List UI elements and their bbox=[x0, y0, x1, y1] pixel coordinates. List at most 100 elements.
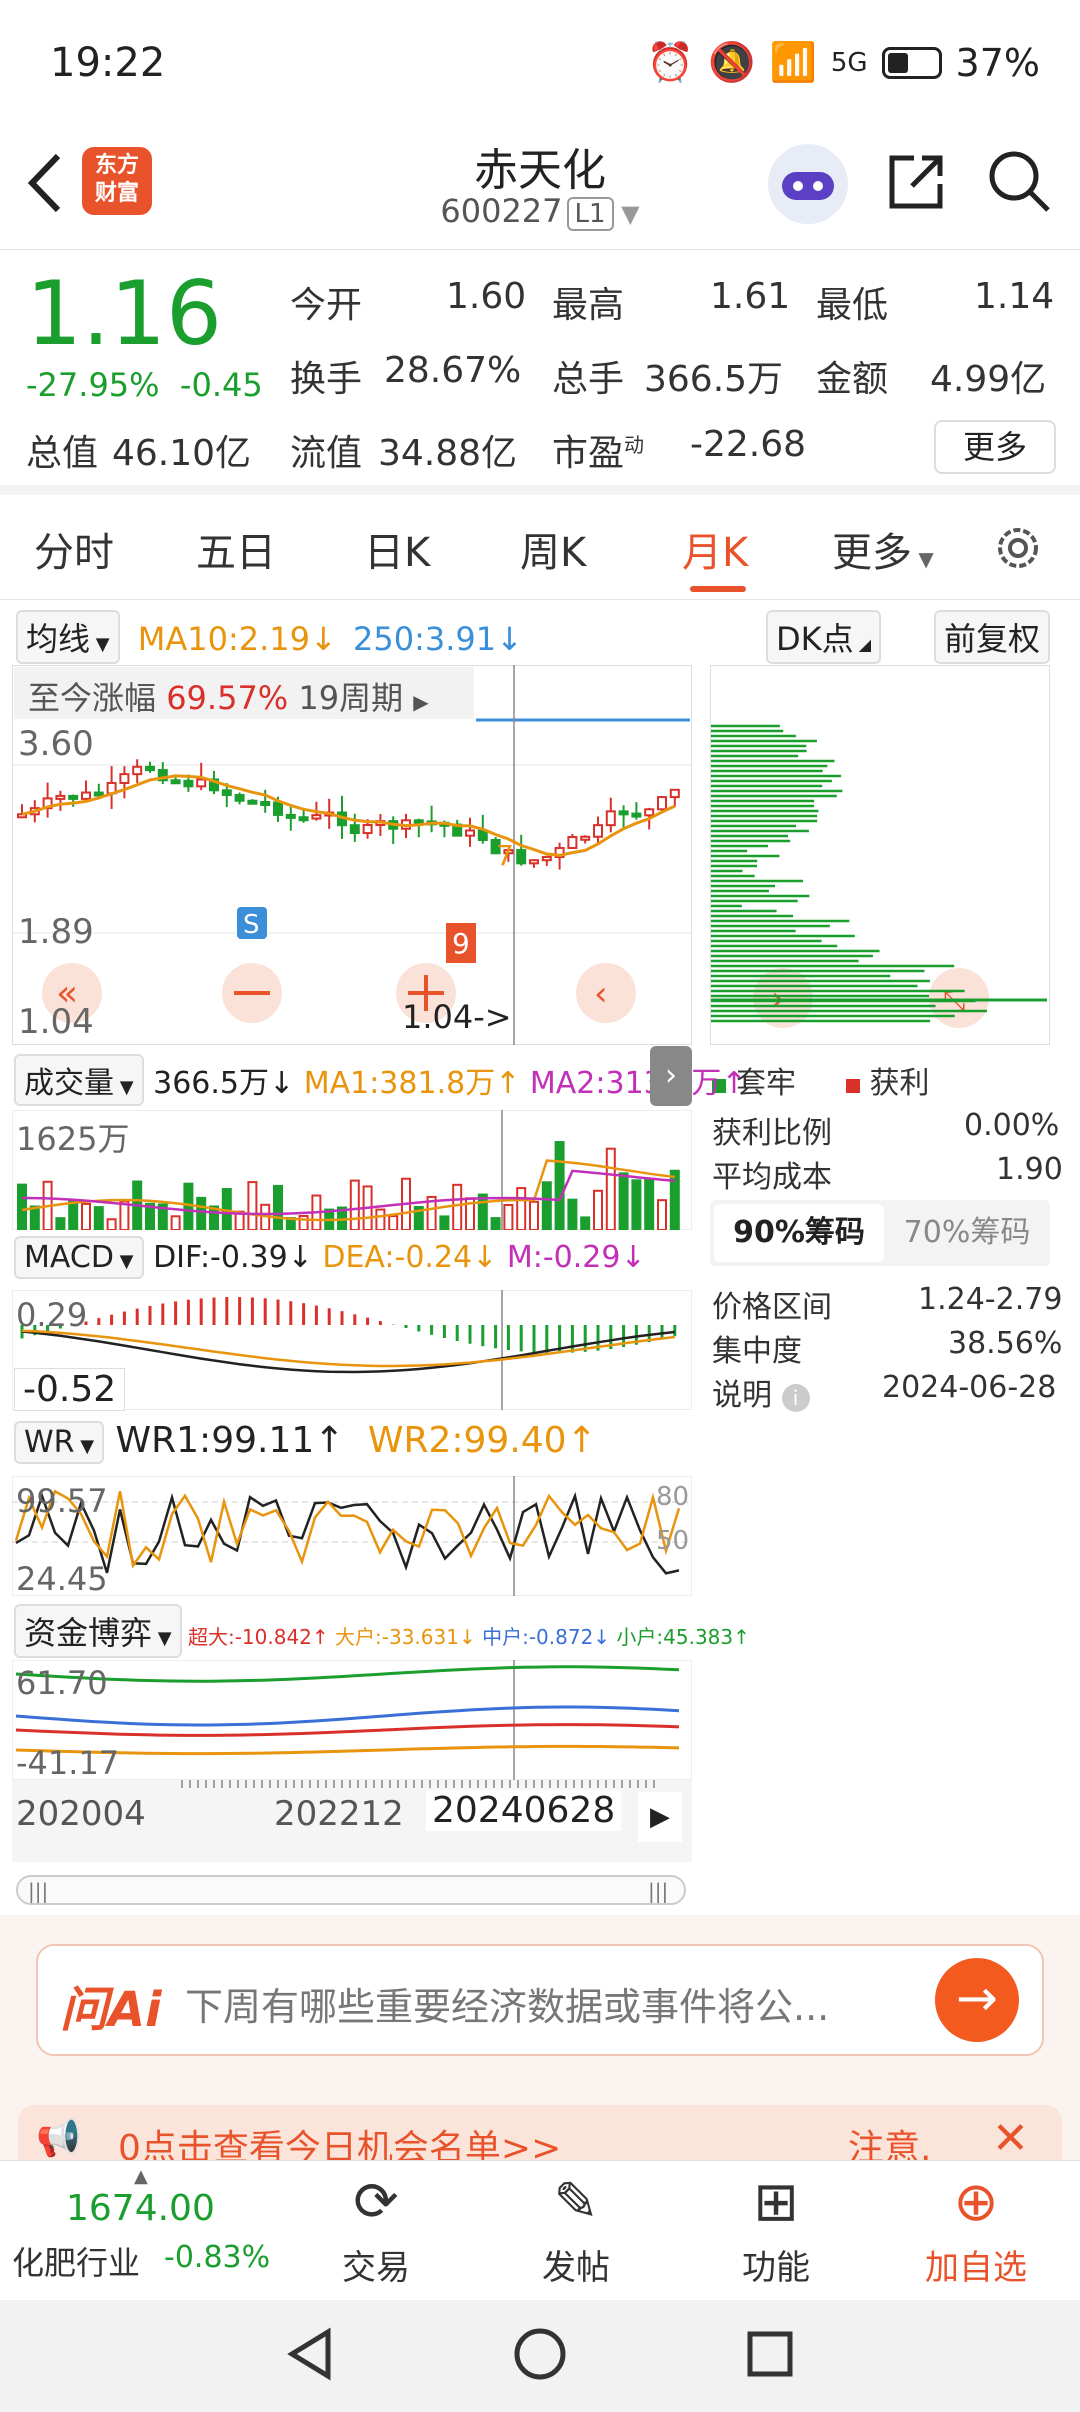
stock-code-text: 600227 bbox=[440, 192, 563, 230]
adjust-button[interactable]: 前复权 bbox=[934, 610, 1051, 664]
nav-back-button[interactable] bbox=[282, 2324, 342, 2388]
dk-label: DK点 bbox=[776, 620, 854, 658]
volume-ma1: MA1:381.8万↑ bbox=[303, 1066, 521, 1101]
fund-mid: 中户:-0.872↓ bbox=[482, 1625, 611, 1649]
chevron-right-icon: › bbox=[665, 1058, 677, 1093]
macd-header: MACD ▼ DIF:-0.39↓ DEA:-0.24↓ M:-0.29↓ bbox=[14, 1236, 646, 1279]
ai-question-input[interactable]: 下周有哪些重要经济数据或事件将公... bbox=[185, 1976, 829, 2031]
x-next-button[interactable]: ▶ bbox=[638, 1792, 682, 1842]
fund-caret-icon: ▼ bbox=[152, 1628, 172, 1649]
ma10-value: MA10:2.19↓ bbox=[137, 620, 337, 658]
low-price-marker: 1.04-> bbox=[402, 998, 512, 1036]
post-label: 发帖 bbox=[542, 2248, 610, 2288]
macd-dea: DEA:-0.24↓ bbox=[322, 1240, 498, 1275]
macd-y-top: 0.29 bbox=[16, 1296, 88, 1334]
robot-avatar-icon[interactable] bbox=[768, 144, 848, 224]
ma-selector[interactable]: 均线 ▼ bbox=[16, 610, 120, 664]
status-icons: ⏰ 🔕 📶 5G 37% bbox=[647, 40, 1040, 85]
fund-selector[interactable]: 资金博弈 ▼ bbox=[14, 1604, 182, 1658]
quote-more-button[interactable]: 更多 bbox=[934, 420, 1056, 474]
seven-signal-text: 7 bbox=[496, 839, 514, 872]
volume-selector[interactable]: 成交量 ▼ bbox=[14, 1054, 144, 1106]
share-button[interactable] bbox=[884, 150, 948, 218]
turnover-value: 28.67% bbox=[384, 350, 522, 391]
price-range-value: 1.24-2.79 bbox=[918, 1282, 1063, 1317]
wr1-value: WR1:99.11↑ bbox=[115, 1420, 345, 1461]
x-axis: 202004 202212 20240628 ▶ bbox=[12, 1780, 692, 1862]
arrow-right-icon: → bbox=[956, 1969, 998, 2027]
tab-monthly-k[interactable]: 月K bbox=[682, 520, 748, 578]
tab-intraday[interactable]: 分时 bbox=[34, 520, 114, 578]
kline-y-top: 3.60 bbox=[18, 724, 94, 764]
info-icon: i bbox=[781, 1384, 810, 1412]
pe-dynamic-mark: 动 bbox=[624, 433, 645, 457]
macd-selector[interactable]: MACD ▼ bbox=[14, 1236, 144, 1279]
battery-icon bbox=[881, 46, 942, 79]
pe-value: -22.68 bbox=[690, 424, 807, 465]
tab-daily-k[interactable]: 日K bbox=[364, 520, 430, 578]
wr-y-top: 99.57 bbox=[16, 1482, 108, 1520]
function-button[interactable]: ⊞ 功能 bbox=[706, 2172, 846, 2289]
close-icon[interactable]: ✕ bbox=[992, 2113, 1029, 2164]
change-percent: -27.95% bbox=[26, 366, 160, 404]
wr-selector[interactable]: WR ▼ bbox=[14, 1421, 105, 1464]
megaphone-icon: 📢 bbox=[36, 2118, 81, 2159]
volume-header: 成交量 ▼ 366.5万↓ MA1:381.8万↑ MA2:313.2万↑ bbox=[14, 1054, 747, 1106]
concentration-label: 集中度 bbox=[712, 1334, 802, 1369]
mktcap-value: 46.10亿 bbox=[112, 433, 252, 474]
kline-y-bottom: 1.04 bbox=[18, 1002, 94, 1042]
macd-dif: DIF:-0.39↓ bbox=[153, 1240, 313, 1275]
gear-icon bbox=[998, 528, 1038, 568]
industry-index-value: 1674.00 bbox=[66, 2188, 215, 2229]
tab-more[interactable]: 更多 ▼ bbox=[832, 520, 934, 578]
profit-ratio-value: 0.00% bbox=[964, 1108, 1060, 1143]
search-button[interactable] bbox=[986, 148, 1052, 218]
nav-recents-button[interactable] bbox=[740, 2324, 800, 2388]
triangle-back-icon bbox=[287, 2327, 331, 2381]
level-badge: L1 bbox=[566, 197, 614, 231]
price-change: -27.95% -0.45 bbox=[26, 366, 263, 404]
dk-point-button[interactable]: DK点 ◢ bbox=[766, 610, 882, 664]
open-value: 1.60 bbox=[446, 276, 527, 317]
chip-70-tab[interactable]: 70%筹码 bbox=[888, 1204, 1046, 1262]
tab-weekly-k[interactable]: 周K bbox=[520, 520, 586, 578]
status-time: 19:22 bbox=[50, 40, 166, 86]
expand-indicators-button[interactable]: › bbox=[650, 1046, 692, 1106]
amount-label: 金额 bbox=[816, 359, 889, 400]
macd-m: M:-0.29↓ bbox=[506, 1240, 646, 1275]
wr-chart[interactable] bbox=[12, 1476, 692, 1596]
tab-five-day[interactable]: 五日 bbox=[196, 520, 276, 578]
description-date: 2024-06-28 bbox=[882, 1370, 1057, 1405]
fund-y-top: 61.70 bbox=[16, 1664, 108, 1702]
wr2-value: WR2:99.40↑ bbox=[367, 1420, 597, 1461]
ai-submit-button[interactable]: → bbox=[935, 1958, 1019, 2042]
amount-value: 4.99亿 bbox=[930, 359, 1047, 400]
chip-90-tab[interactable]: 90%筹码 bbox=[714, 1204, 884, 1262]
float-value: 34.88亿 bbox=[378, 433, 518, 474]
float-label: 流值 bbox=[290, 433, 363, 474]
search-icon bbox=[989, 151, 1050, 212]
price-range-label: 价格区间 bbox=[712, 1290, 832, 1325]
trade-button[interactable]: ⟳ 交易 bbox=[306, 2172, 446, 2289]
ai-logo: 问Ai bbox=[60, 1982, 162, 2038]
post-button[interactable]: ✎ 发帖 bbox=[506, 2172, 646, 2289]
wifi-icon: 📶 bbox=[769, 40, 817, 84]
circle-home-icon bbox=[514, 2328, 566, 2380]
macd-label: MACD bbox=[24, 1240, 114, 1275]
edit-icon: ✎ bbox=[553, 2170, 599, 2233]
add-watchlist-button[interactable]: ⊕ 加自选 bbox=[906, 2172, 1046, 2289]
left-drag-handle-icon[interactable]: ||| bbox=[28, 1879, 48, 1903]
mute-icon: 🔕 bbox=[708, 40, 756, 84]
active-tab-indicator bbox=[690, 586, 746, 592]
fund-label: 资金博弈 bbox=[24, 1614, 153, 1652]
share-icon bbox=[889, 155, 943, 209]
chart-range-scrollbar[interactable]: ||| ||| bbox=[16, 1875, 686, 1905]
kline-plot: 9 7 S « ‹ bbox=[12, 665, 692, 1045]
description-label[interactable]: 说明 i bbox=[712, 1370, 810, 1414]
nav-home-button[interactable] bbox=[510, 2324, 570, 2388]
right-drag-handle-icon[interactable]: ||| bbox=[648, 1879, 668, 1903]
macd-caret-icon: ▼ bbox=[113, 1251, 134, 1272]
settings-button[interactable] bbox=[990, 520, 1046, 580]
network-label: 5G bbox=[830, 47, 868, 78]
industry-index[interactable]: ▲ 1674.00 化肥行业 -0.83% bbox=[10, 2166, 310, 2286]
